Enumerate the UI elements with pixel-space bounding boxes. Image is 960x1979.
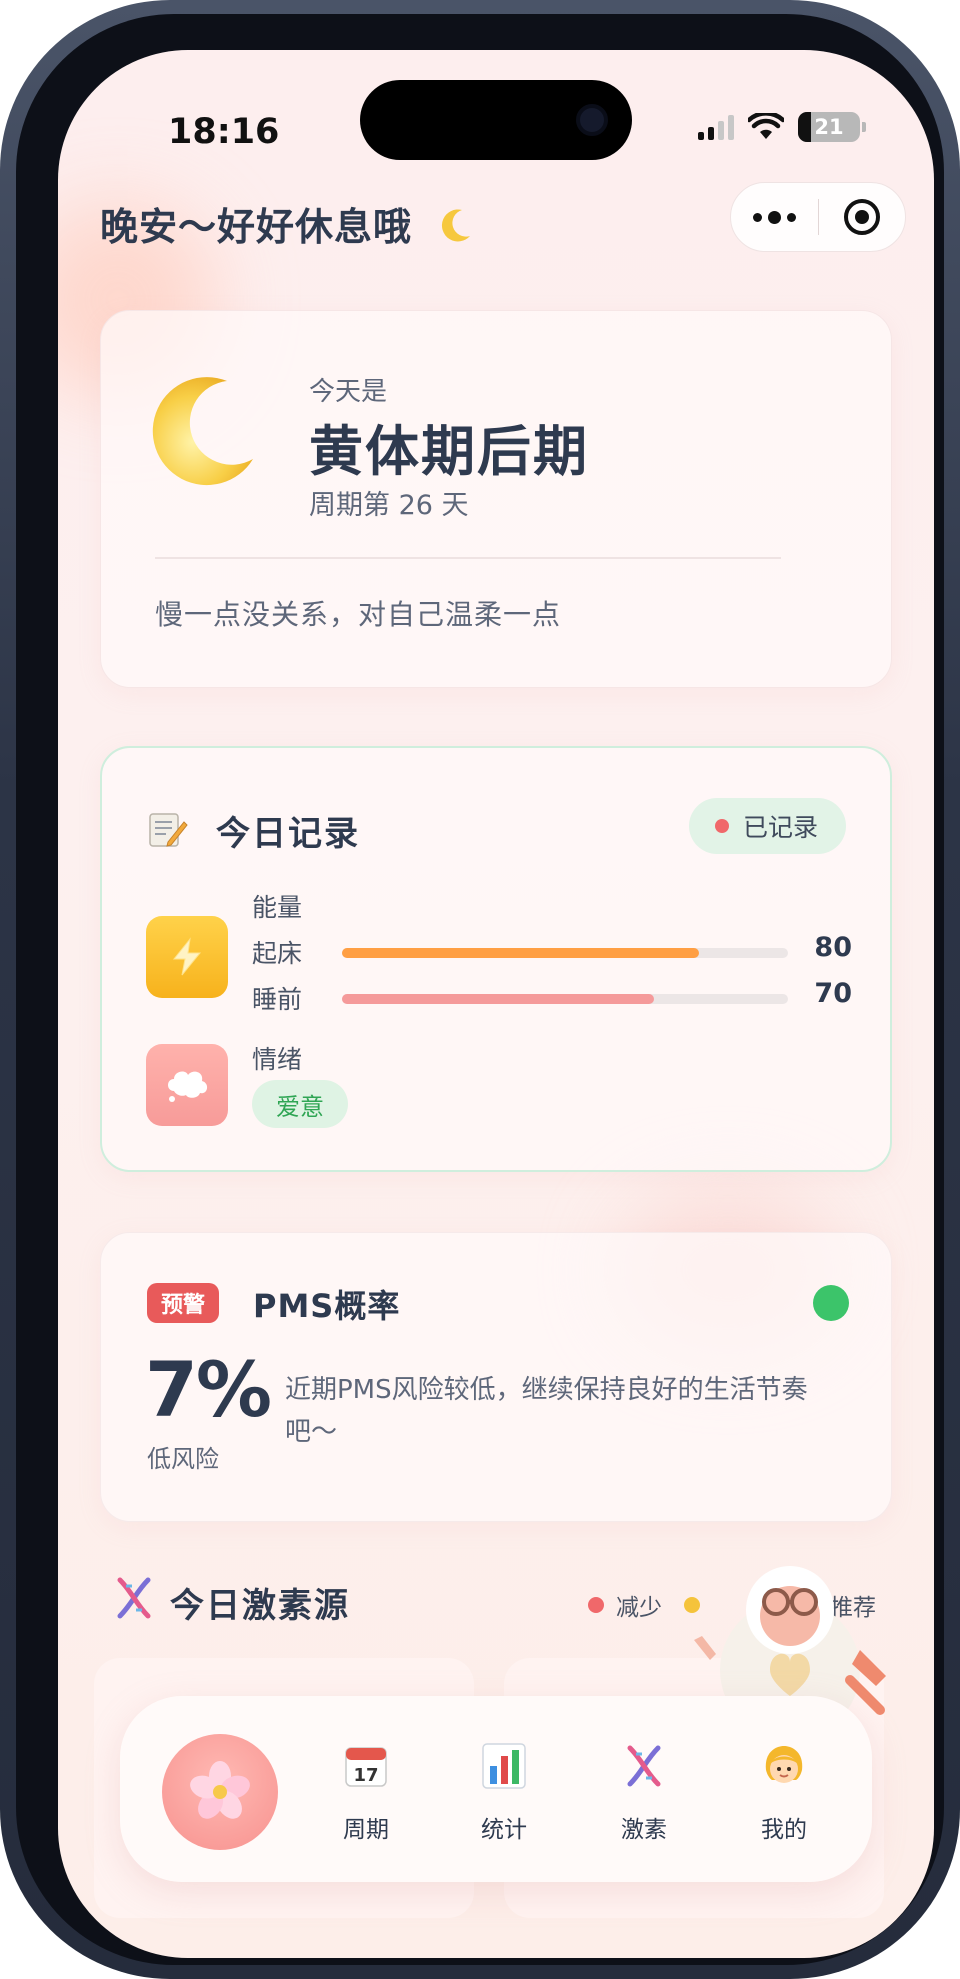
phone-bezel: 18:16 21 晚安～好好休息哦 今天是 黄体期后期 周期第 26 天 慢一点… — [16, 14, 944, 1965]
wifi-icon — [748, 113, 784, 139]
energy-label: 能量 — [252, 893, 303, 922]
record-title: 今日记录 — [216, 814, 360, 854]
bottom-tab-bar: 17 周期 统计 激素 我的 — [120, 1696, 872, 1882]
wake-label: 起床 — [252, 939, 303, 968]
calendar-icon: 17 — [340, 1740, 392, 1792]
mood-tile — [146, 1044, 228, 1126]
recorded-badge-label: 已记录 — [742, 813, 818, 842]
wake-energy-value: 80 — [814, 932, 852, 963]
miniapp-capsule — [730, 182, 906, 252]
lightning-icon — [172, 937, 202, 976]
sleep-energy-fill — [342, 994, 655, 1004]
pms-card[interactable]: 预警 PMS概率 7% 低风险 近期PMS风险较低，继续保持良好的生活节奏吧～ — [100, 1232, 892, 1522]
moon-icon — [442, 209, 471, 242]
target-icon — [843, 199, 880, 235]
sleep-label: 睡前 — [252, 985, 303, 1014]
sleep-energy-value: 70 — [814, 978, 852, 1009]
tab-stats-label: 统计 — [481, 1817, 527, 1843]
tab-hormone-label: 激素 — [621, 1817, 667, 1843]
cycle-day: 周期第 26 天 — [309, 490, 469, 521]
battery-level: 21 — [814, 115, 844, 139]
phase-label: 今天是 — [309, 377, 388, 407]
pms-risk-level: 低风险 — [147, 1445, 219, 1473]
tab-stats[interactable]: 统计 — [454, 1740, 554, 1844]
warning-tag: 预警 — [147, 1283, 220, 1323]
battery-icon: 21 — [798, 112, 860, 142]
status-dot — [714, 819, 729, 833]
wake-energy-bar — [342, 948, 788, 958]
svg-text:17: 17 — [353, 1765, 378, 1786]
cycle-phase-card[interactable]: 今天是 黄体期后期 周期第 26 天 慢一点没关系，对自己温柔一点 — [100, 310, 892, 688]
dna-icon — [117, 1577, 151, 1619]
tab-cycle-label: 周期 — [343, 1817, 389, 1843]
daily-record-card[interactable]: 今日记录 已记录 能量 起床 80 睡前 70 情绪 爱意 — [100, 746, 892, 1172]
pms-percent: 7% — [145, 1345, 272, 1434]
mood-label: 情绪 — [252, 1045, 303, 1074]
phone-frame: 18:16 21 晚安～好好休息哦 今天是 黄体期后期 周期第 26 天 慢一点… — [0, 0, 960, 1979]
dynamic-island — [360, 80, 632, 160]
mood-chip: 爱意 — [252, 1080, 348, 1128]
phase-name: 黄体期后期 — [309, 420, 589, 483]
tab-me-label: 我的 — [761, 1817, 807, 1843]
signal-icon — [698, 114, 734, 140]
memo-icon — [149, 813, 188, 847]
phase-quote: 慢一点没关系，对自己温柔一点 — [155, 598, 562, 631]
battery-cap — [862, 122, 866, 132]
legend-reduce-label: 减少 — [616, 1595, 662, 1621]
camera-icon — [576, 104, 608, 136]
close-miniapp-button[interactable] — [819, 183, 906, 251]
wake-energy-fill — [342, 948, 699, 958]
sleep-energy-bar — [342, 994, 788, 1004]
energy-tile — [146, 916, 228, 998]
reduce-dot — [588, 1597, 604, 1613]
tab-me[interactable]: 我的 — [734, 1740, 834, 1844]
status-time: 18:16 — [168, 112, 280, 152]
cherry-blossom-icon — [190, 1761, 250, 1819]
recorded-badge: 已记录 — [688, 798, 846, 854]
dna-icon — [618, 1740, 670, 1792]
tab-hormone[interactable]: 激素 — [594, 1740, 694, 1844]
crescent-moon-icon — [152, 377, 253, 486]
greeting-text: 晚安～好好休息哦 — [100, 205, 413, 249]
divider — [155, 557, 781, 559]
pms-description: 近期PMS风险较低，继续保持良好的生活节奏吧～ — [285, 1375, 808, 1447]
status-icons: 21 — [698, 112, 866, 142]
pms-status-dot — [813, 1285, 849, 1321]
screen: 18:16 21 晚安～好好休息哦 今天是 黄体期后期 周期第 26 天 慢一点… — [58, 50, 934, 1958]
thought-bubble-icon — [168, 1071, 208, 1102]
greeting-title: 晚安～好好休息哦 — [100, 196, 474, 251]
home-tab-button[interactable] — [162, 1734, 278, 1850]
pms-title: PMS概率 — [253, 1287, 401, 1325]
girl-icon — [758, 1740, 810, 1792]
bar-chart-icon — [478, 1740, 530, 1792]
more-menu-button[interactable] — [731, 183, 818, 251]
tab-cycle[interactable]: 17 周期 — [316, 1740, 416, 1844]
hormone-section-title: 今日激素源 — [170, 1586, 350, 1626]
